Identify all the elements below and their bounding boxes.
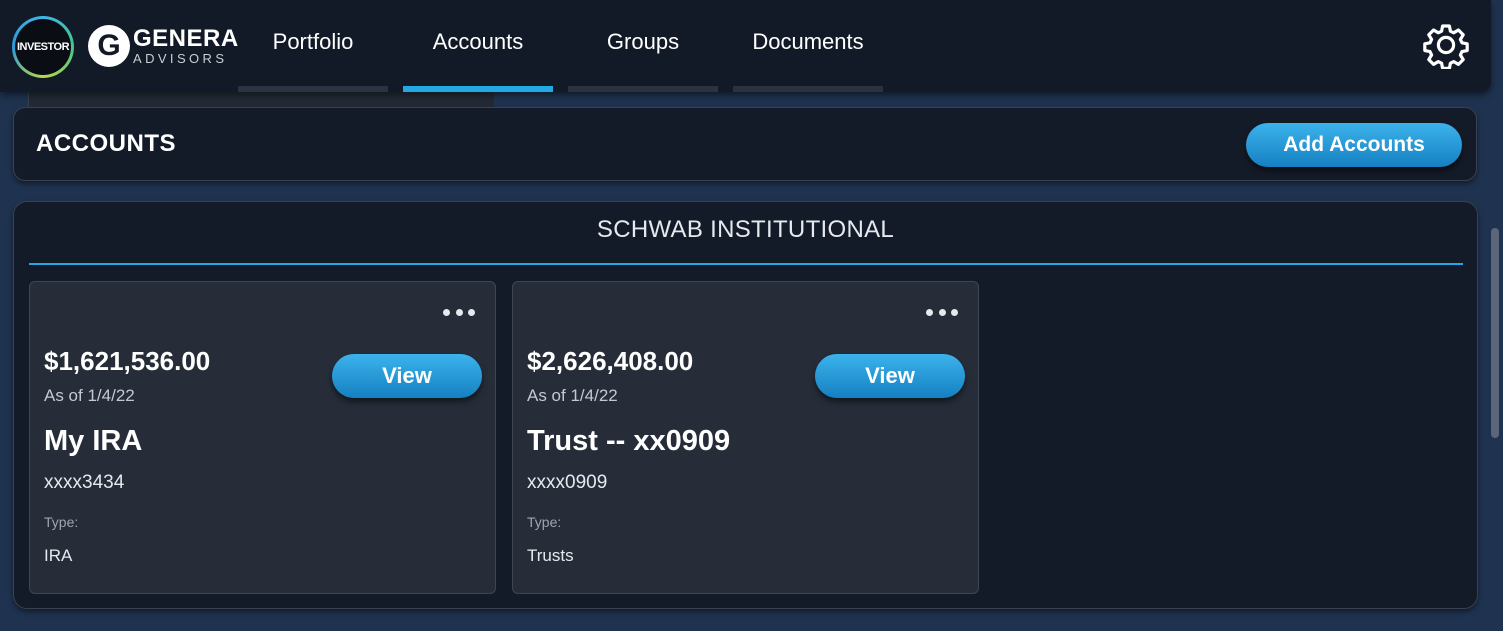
institution-divider <box>29 263 1463 265</box>
account-type: Trusts <box>527 546 574 565</box>
top-navbar: INVESTOR G GENERA ADVISORS Portfolio Acc… <box>0 0 1491 92</box>
account-type: IRA <box>44 546 73 565</box>
tab-accounts[interactable]: Accounts <box>403 0 553 92</box>
genera-subtitle: ADVISORS <box>133 51 228 66</box>
tab-indicator-active <box>403 86 553 92</box>
gear-icon[interactable] <box>1422 21 1470 69</box>
tab-portfolio[interactable]: Portfolio <box>238 0 388 92</box>
account-card: $2,626,408.00 As of 1/4/22 View Trust --… <box>512 281 979 594</box>
balance-date: As of 1/4/22 <box>44 386 135 405</box>
tab-label: Documents <box>752 29 864 54</box>
tab-indicator <box>568 86 718 92</box>
account-number: xxxx0909 <box>527 472 608 493</box>
account-balance: $2,626,408.00 <box>527 346 694 376</box>
tab-groups[interactable]: Groups <box>568 0 718 92</box>
more-options-icon[interactable] <box>443 302 475 322</box>
page-title: ACCOUNTS <box>36 130 176 157</box>
add-accounts-button[interactable]: Add Accounts <box>1246 123 1462 167</box>
institution-panel: SCHWAB INSTITUTIONAL $1,621,536.00 As of… <box>13 201 1478 609</box>
view-button[interactable]: View <box>332 354 482 398</box>
tab-label: Groups <box>606 29 680 54</box>
institution-name: SCHWAB INSTITUTIONAL <box>596 216 895 243</box>
account-name: My IRA <box>44 425 143 457</box>
tab-indicator <box>733 86 883 92</box>
tab-label: Portfolio <box>272 29 354 54</box>
account-type-label: Type: <box>527 514 562 530</box>
account-type-label: Type: <box>44 514 79 530</box>
genera-advisors-logo[interactable]: G GENERA ADVISORS <box>88 23 239 69</box>
accounts-header: ACCOUNTS Add Accounts <box>13 107 1477 181</box>
genera-g-icon: G <box>88 25 130 67</box>
investor-logo[interactable]: INVESTOR <box>12 16 74 78</box>
account-number: xxxx3434 <box>44 472 125 493</box>
view-button[interactable]: View <box>815 354 965 398</box>
tab-indicator <box>238 86 388 92</box>
account-card: $1,621,536.00 As of 1/4/22 View My IRA x… <box>29 281 496 594</box>
background-panel-edge <box>28 92 494 108</box>
tab-documents[interactable]: Documents <box>733 0 883 92</box>
more-options-icon[interactable] <box>926 302 958 322</box>
account-name: Trust -- xx0909 <box>527 425 731 457</box>
balance-date: As of 1/4/22 <box>527 386 618 405</box>
tab-label: Accounts <box>432 29 524 54</box>
vertical-scrollbar[interactable] <box>1491 228 1499 438</box>
genera-name: GENERA <box>133 25 239 52</box>
investor-logo-text: INVESTOR <box>15 19 71 75</box>
account-balance: $1,621,536.00 <box>44 346 211 376</box>
